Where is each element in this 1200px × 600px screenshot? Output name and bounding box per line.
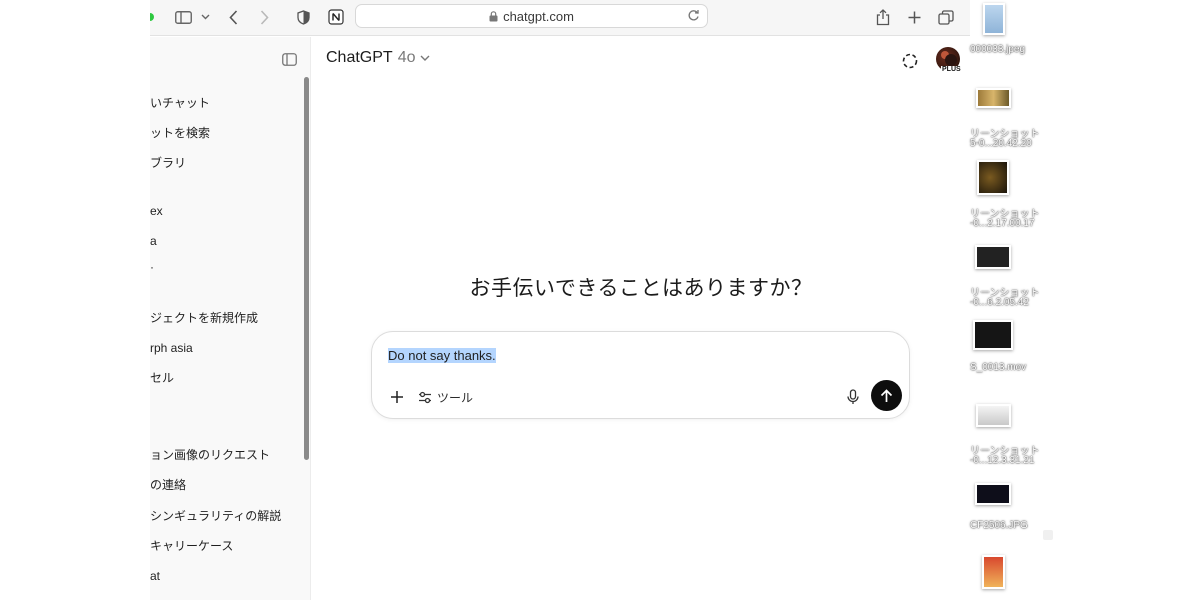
model-name: ChatGPT	[326, 49, 393, 66]
sidebar-item-codex[interactable]: ex	[150, 200, 163, 222]
chat-main: ChatGPT 4o PLUS お手伝いできることはありますか？ Do not …	[312, 37, 970, 600]
sidebar-scrollbar[interactable]	[304, 77, 309, 460]
tools-label: ツール	[437, 390, 474, 405]
model-selector[interactable]: ChatGPT 4o	[326, 49, 430, 67]
chevron-down-icon[interactable]	[200, 6, 210, 28]
desktop-file-label[interactable]: CF2506.JPG	[970, 520, 1028, 531]
prompt-input[interactable]: Do not say thanks.	[388, 348, 496, 363]
desktop-file-thumbnail[interactable]	[977, 160, 1009, 195]
sidebar-item-project[interactable]: rph asia	[150, 337, 193, 359]
prompt-text: Do not say thanks.	[388, 348, 496, 363]
plus-icon	[391, 391, 403, 403]
desktop-file-label[interactable]: -0...6.2.05.42	[970, 297, 1029, 308]
screen: { "browser": { "url": "chatgpt.com", "ic…	[0, 0, 1200, 600]
sidebar-item-search-chats[interactable]: ットを検索	[150, 122, 210, 144]
sidebar-item-library[interactable]: ブラリ	[150, 152, 186, 174]
sliders-icon	[418, 391, 432, 404]
tab-overview-icon[interactable]	[937, 6, 955, 28]
prompt-composer[interactable]: Do not say thanks. ツール	[371, 331, 910, 419]
sidebar-item-sora[interactable]: a	[150, 230, 157, 252]
desktop-file-label[interactable]: 5-0...20.42.20	[970, 138, 1032, 149]
sidebar-item-chat[interactable]: シンギュラリティの解説	[150, 505, 281, 527]
desktop-file-thumbnail[interactable]	[976, 404, 1011, 427]
desktop-file-label[interactable]: 000033.jpeg	[970, 44, 1025, 55]
temporary-chat-icon[interactable]	[900, 51, 920, 71]
shield-icon[interactable]	[296, 6, 310, 28]
sidebar-item-chat[interactable]: at	[150, 565, 160, 587]
desktop-file-label[interactable]: -0...12.3.31.21	[970, 455, 1035, 466]
address-bar[interactable]: chatgpt.com	[355, 4, 708, 28]
greeting-heading: お手伝いできることはありますか？	[469, 277, 813, 300]
microphone-icon[interactable]	[843, 386, 863, 408]
sidebar-item-new-chat[interactable]: いチャット	[150, 92, 210, 114]
desktop-file-thumbnail[interactable]	[983, 3, 1005, 35]
plan-badge: PLUS	[941, 66, 962, 73]
browser-window: chatgpt.com いチャット ットを検索 ブラリ ex a · ジェクトを…	[150, 0, 970, 600]
forward-icon[interactable]	[258, 6, 270, 28]
back-icon[interactable]	[227, 6, 239, 28]
sidebar-item-chat[interactable]: キャリーケース	[150, 535, 233, 557]
desktop-file-label[interactable]: S_0013.mov	[970, 362, 1026, 373]
url-text: chatgpt.com	[503, 8, 574, 24]
desktop-file-thumbnail[interactable]	[975, 245, 1011, 269]
lock-icon	[489, 10, 498, 22]
desktop-file-thumbnail[interactable]	[982, 555, 1005, 589]
sidebar-toggle-icon[interactable]	[174, 6, 192, 28]
chat-sidebar: いチャット ットを検索 ブラリ ex a · ジェクトを新規作成 rph asi…	[150, 37, 311, 600]
desktop-file-thumbnail[interactable]	[976, 88, 1011, 108]
sidebar-item-gpts[interactable]: ·	[150, 256, 154, 278]
desktop-file-thumbnail[interactable]	[973, 320, 1013, 350]
desktop-file-label[interactable]: -0...2.17.00.17	[970, 218, 1035, 229]
reload-icon[interactable]	[687, 9, 700, 22]
new-tab-icon[interactable]	[906, 6, 922, 28]
close-sidebar-icon[interactable]	[282, 53, 297, 66]
share-icon[interactable]	[875, 6, 891, 28]
desktop-file-thumbnail[interactable]	[975, 483, 1011, 505]
browser-toolbar: chatgpt.com	[150, 0, 970, 36]
send-button[interactable]	[871, 380, 902, 411]
sidebar-item-chat[interactable]: の連絡	[150, 474, 186, 496]
sidebar-item-project[interactable]: セル	[150, 367, 174, 389]
desktop-file-thumbnail[interactable]	[1043, 530, 1053, 540]
model-version: 4o	[397, 49, 416, 66]
arrow-up-icon	[880, 388, 893, 402]
tools-button[interactable]: ツール	[418, 386, 473, 408]
chevron-down-icon	[420, 55, 430, 61]
window-zoom-button[interactable]	[150, 6, 154, 28]
add-attachment-button[interactable]	[386, 386, 408, 408]
notion-icon[interactable]	[327, 6, 344, 28]
sidebar-item-chat[interactable]: ョン画像のリクエスト	[150, 444, 270, 466]
sidebar-item-new-project[interactable]: ジェクトを新規作成	[150, 307, 258, 329]
